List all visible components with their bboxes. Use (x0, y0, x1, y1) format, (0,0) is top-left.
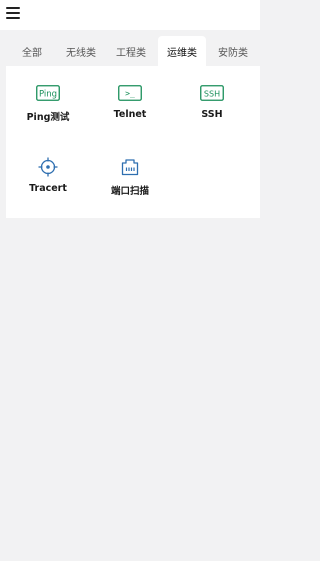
ssh-icon-text: SSH (204, 89, 220, 98)
tool-port-scan-label: 端口扫描 (110, 186, 149, 197)
tool-ssh[interactable]: SSH SSH (177, 84, 247, 140)
tab-security[interactable]: 安防类 (210, 36, 256, 66)
tool-tracert[interactable]: Tracert (13, 157, 83, 214)
tool-port-scan[interactable]: 端口扫描 (95, 158, 165, 214)
terminal-icon: >_ (118, 84, 142, 102)
tab-all[interactable]: 全部 (10, 36, 54, 66)
tool-ssh-label: SSH (201, 109, 223, 120)
tab-operations[interactable]: 运维类 (158, 36, 206, 66)
tool-tracert-label: Tracert (29, 183, 67, 194)
tool-ping[interactable]: Ping Ping测试 (13, 84, 83, 140)
category-tabs: 全部 无线类 工程类 运维类 安防类 (0, 32, 260, 66)
tool-telnet-label: Telnet (113, 109, 147, 120)
ssh-icon: SSH (200, 84, 224, 102)
terminal-icon-text: >_ (125, 89, 135, 98)
top-bar (0, 0, 260, 30)
ping-icon: Ping (36, 84, 60, 102)
network-port-icon (118, 158, 142, 176)
tool-telnet[interactable]: >_ Telnet (95, 84, 165, 140)
crosshair-target-icon (36, 157, 60, 177)
tool-ping-label: Ping测试 (26, 112, 70, 123)
ping-icon-text: Ping (39, 89, 57, 99)
tab-wireless[interactable]: 无线类 (58, 36, 104, 66)
tab-engineering[interactable]: 工程类 (108, 36, 154, 66)
hamburger-menu-icon[interactable] (6, 6, 20, 20)
